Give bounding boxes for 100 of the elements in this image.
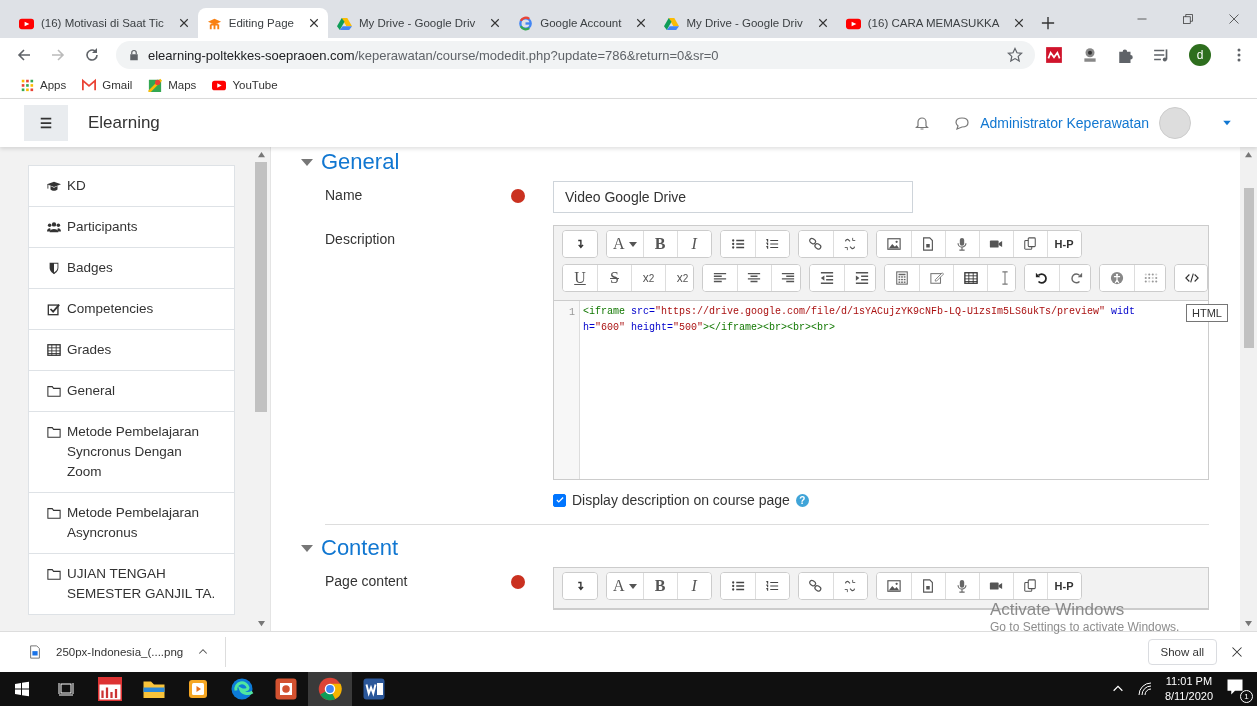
tooltip: HTML [1186, 304, 1228, 322]
align-left-icon [712, 271, 727, 285]
toolbar-button[interactable] [844, 265, 875, 291]
numbered-list-icon [765, 237, 780, 251]
webcam-icon [1081, 46, 1099, 64]
sidebar-item[interactable]: Participants [28, 207, 235, 248]
browser-tab[interactable]: Google Account [509, 8, 656, 38]
sidebar-item[interactable]: Grades [28, 330, 235, 371]
copy-icon [1023, 579, 1038, 593]
profile-avatar[interactable]: d [1189, 44, 1211, 66]
download-file-name[interactable]: 250px-Indonesia_(....png [56, 646, 184, 658]
restore-icon [1182, 13, 1194, 25]
checkbox-label[interactable]: Display description on course page [572, 492, 790, 508]
scroll-down-arrow-icon [1245, 620, 1252, 627]
image-icon [886, 579, 901, 593]
checkbox-icon [47, 302, 61, 316]
numbered-list-icon [765, 579, 780, 593]
ring-logo-icon [518, 15, 534, 31]
tick-icon [554, 495, 565, 505]
folder-icon [47, 384, 61, 398]
microphone-icon [955, 237, 970, 251]
media-player-icon [186, 677, 210, 701]
start-icon [14, 681, 30, 697]
close-icon [817, 18, 828, 28]
forward-icon [50, 47, 66, 63]
toolbar-button[interactable] [770, 265, 801, 291]
chart-app-icon [98, 677, 122, 701]
sidebar-item[interactable]: KD [28, 165, 235, 207]
grid-icon [20, 78, 34, 92]
section-heading: Content [321, 535, 399, 561]
toolbar-button[interactable]: I [676, 573, 711, 599]
chat-bubble-icon [954, 115, 971, 131]
star-icon [1007, 47, 1023, 63]
table-icon [47, 343, 61, 357]
extension-logo-icon [1045, 46, 1063, 64]
swirl-browser-icon [230, 677, 254, 701]
slides-app-icon [274, 677, 298, 701]
lock-icon [128, 49, 140, 61]
play-logo-icon [212, 78, 227, 92]
browser-tab[interactable]: (16) Motivasi di Saat Tic [10, 8, 198, 38]
scroll-up-arrow-icon [1245, 151, 1252, 158]
task-view-icon [58, 681, 74, 697]
browser-tab[interactable]: Editing Page [197, 8, 328, 38]
align-right-icon [781, 271, 796, 285]
bullet-list-icon [730, 579, 745, 593]
accessibility-icon [1109, 271, 1124, 285]
toolbar-button[interactable]: H-P [1046, 231, 1081, 257]
notification-badge: 1 [1240, 690, 1253, 703]
sidebar-item[interactable]: UJIAN TENGAH SEMESTER GANJIL TA. [28, 554, 235, 615]
close-icon [178, 18, 189, 28]
bookmark-link[interactable]: YouTube [232, 79, 278, 91]
scrollbar[interactable] [1240, 147, 1257, 631]
line-number: 1 [554, 301, 580, 479]
address-bar[interactable]: elearning-poltekkes-soepraoen.com/keperawatan/course/modedit.php?update=786&return=0&sr=0 [116, 41, 1035, 69]
mail-icon [82, 78, 97, 92]
code-text[interactable]: <iframe src="https://drive.google.com/file/d/1sYACujzYK9cNFb-LQ-U1zsIm5LS6ukTs/preview" width="600" height="500"></iframe><br><br><br> [580, 301, 1138, 479]
browser-tab[interactable]: My Drive - Google Driv [655, 8, 837, 38]
field-label: Description [325, 230, 397, 249]
toolbar-button[interactable] [754, 231, 789, 257]
undo-icon [1034, 271, 1049, 285]
checkbox[interactable] [553, 493, 566, 507]
close-icon [636, 18, 647, 28]
taskbar-app[interactable] [308, 672, 352, 706]
close-icon [1228, 13, 1240, 25]
image-icon [886, 237, 901, 251]
new-tab-plus-icon [1041, 16, 1056, 30]
link-icon [808, 237, 823, 251]
clock-time[interactable]: 11:01 PM [1164, 674, 1213, 689]
toolbar-button[interactable]: I [676, 231, 711, 257]
scrollbar-thumb[interactable] [255, 162, 267, 412]
sidebar-item[interactable]: Competencies [28, 289, 235, 330]
folder-icon [47, 425, 61, 439]
broken-link-icon [843, 579, 858, 593]
sidebar-item[interactable]: Badges [28, 248, 235, 289]
clock-date[interactable]: 8/11/2020 [1164, 689, 1213, 704]
scrollbar-thumb[interactable] [1243, 188, 1254, 348]
sidebar-item[interactable]: General [28, 371, 235, 412]
align-center-icon [747, 271, 762, 285]
bookmark-link[interactable]: Gmail [102, 79, 133, 91]
bookmark-link[interactable]: Maps [168, 79, 197, 91]
collapse-caret-icon[interactable] [301, 544, 313, 552]
indent-icon [854, 271, 869, 285]
name-field[interactable]: Video Google Drive [553, 181, 913, 213]
copy-icon [1023, 237, 1038, 251]
collapse-caret-icon[interactable] [301, 158, 313, 166]
file-icon [921, 237, 936, 251]
file-icon [921, 579, 936, 593]
toolbar-button[interactable] [754, 573, 789, 599]
users-icon [47, 220, 61, 234]
shield-icon [47, 261, 61, 275]
bookmark-link[interactable]: Apps [40, 79, 67, 91]
user-name[interactable]: Administrator Keperawatan [980, 115, 1149, 131]
browser-tab[interactable]: (16) CARA MEMASUKKA [836, 8, 1034, 38]
sidebar-item[interactable]: Metode Pembelajaran Syncronus Dengan Zoom [28, 412, 235, 493]
site-name[interactable]: Elearning [88, 113, 160, 133]
show-all-button[interactable]: Show all [1147, 639, 1217, 665]
toolbar-button[interactable]: H-P [1046, 573, 1081, 599]
sidebar-item[interactable]: Metode Pembelajaran Asyncronus [28, 493, 235, 554]
menu-button[interactable] [24, 105, 68, 141]
browser-tab[interactable]: My Drive - Google Driv [327, 8, 510, 38]
